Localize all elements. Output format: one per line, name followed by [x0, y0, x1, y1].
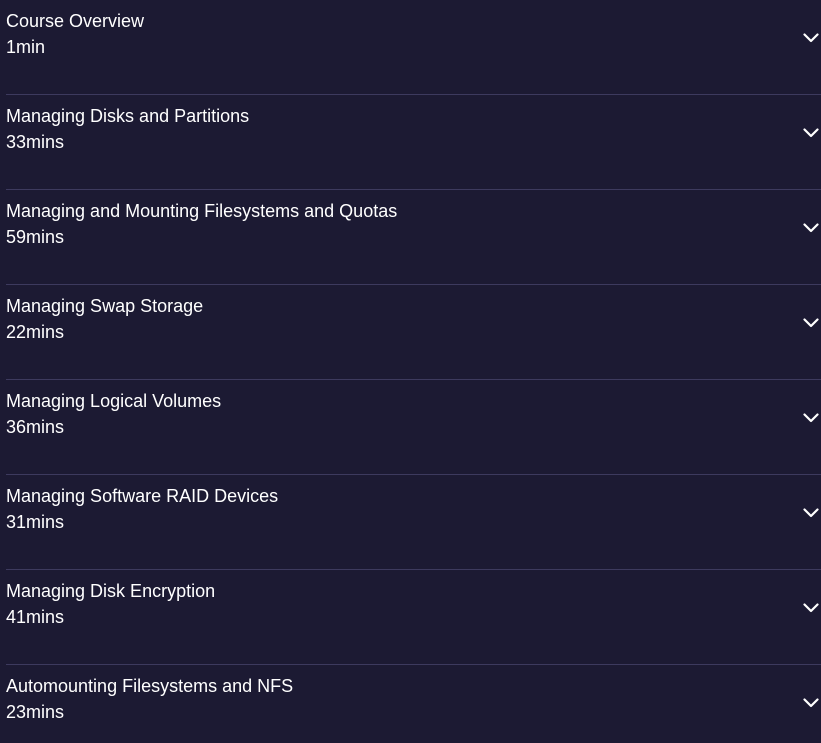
chevron-down-icon[interactable] — [803, 410, 819, 426]
course-module-list: Course Overview 1min Managing Disks and … — [0, 0, 821, 743]
module-duration: 36mins — [6, 417, 65, 437]
module-title: Managing Disk Encryption — [6, 581, 216, 601]
module-title: Course Overview — [6, 11, 145, 31]
chevron-down-icon[interactable] — [803, 125, 819, 141]
module-duration: 59mins — [6, 227, 65, 247]
module-item-automounting-filesystems-nfs[interactable]: Automounting Filesystems and NFS 23mins — [6, 665, 821, 743]
module-item-managing-swap-storage[interactable]: Managing Swap Storage 22mins — [6, 285, 821, 380]
module-duration: 23mins — [6, 702, 65, 722]
module-item-managing-software-raid[interactable]: Managing Software RAID Devices 31mins — [6, 475, 821, 570]
module-duration: 31mins — [6, 512, 65, 532]
module-title: Automounting Filesystems and NFS — [6, 676, 294, 696]
module-item-managing-disks-and-partitions[interactable]: Managing Disks and Partitions 33mins — [6, 95, 821, 190]
module-duration: 22mins — [6, 322, 65, 342]
module-title: Managing and Mounting Filesystems and Qu… — [6, 201, 398, 221]
module-item-managing-logical-volumes[interactable]: Managing Logical Volumes 36mins — [6, 380, 821, 475]
module-duration: 33mins — [6, 132, 65, 152]
module-title: Managing Disks and Partitions — [6, 106, 250, 126]
chevron-down-icon[interactable] — [803, 600, 819, 616]
module-duration: 41mins — [6, 607, 65, 627]
chevron-down-icon[interactable] — [803, 30, 819, 46]
chevron-down-icon[interactable] — [803, 695, 819, 711]
chevron-down-icon[interactable] — [803, 505, 819, 521]
module-title: Managing Logical Volumes — [6, 391, 222, 411]
module-title: Managing Swap Storage — [6, 296, 204, 316]
chevron-down-icon[interactable] — [803, 315, 819, 331]
chevron-down-icon[interactable] — [803, 220, 819, 236]
module-item-managing-disk-encryption[interactable]: Managing Disk Encryption 41mins — [6, 570, 821, 665]
module-duration: 1min — [6, 37, 46, 57]
module-title: Managing Software RAID Devices — [6, 486, 279, 506]
module-item-managing-and-mounting-filesystems[interactable]: Managing and Mounting Filesystems and Qu… — [6, 190, 821, 285]
module-item-course-overview[interactable]: Course Overview 1min — [6, 0, 821, 95]
